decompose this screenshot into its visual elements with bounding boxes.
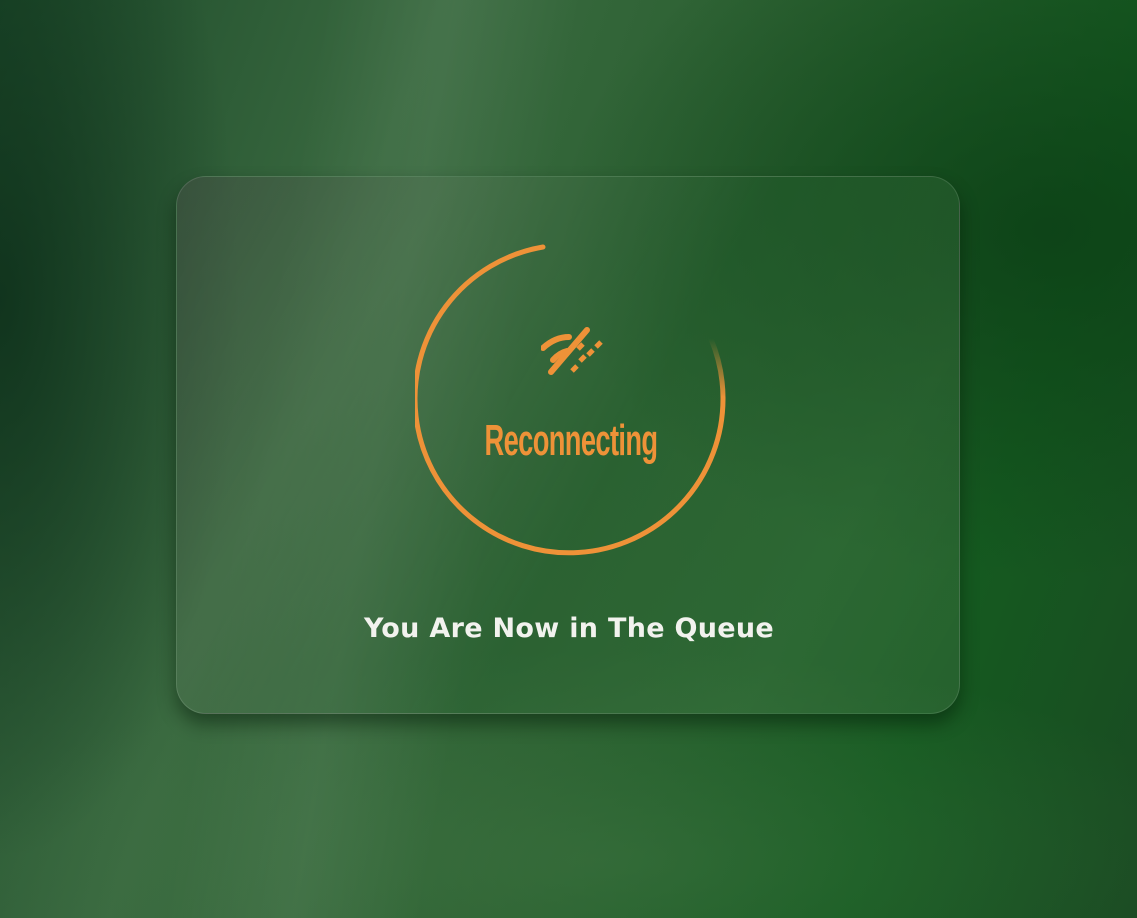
queue-card: Reconnecting You Are Now in The Queue [176, 176, 960, 714]
status-label: Reconnecting [484, 416, 659, 465]
queue-message: You Are Now in The Queue [363, 613, 775, 644]
spinner-ring [415, 244, 726, 556]
spinner-arc-tail [708, 336, 726, 401]
spinner-arc [415, 244, 726, 556]
wifi-off-icon [541, 324, 603, 380]
reconnecting-spinner: Reconnecting [415, 244, 727, 556]
